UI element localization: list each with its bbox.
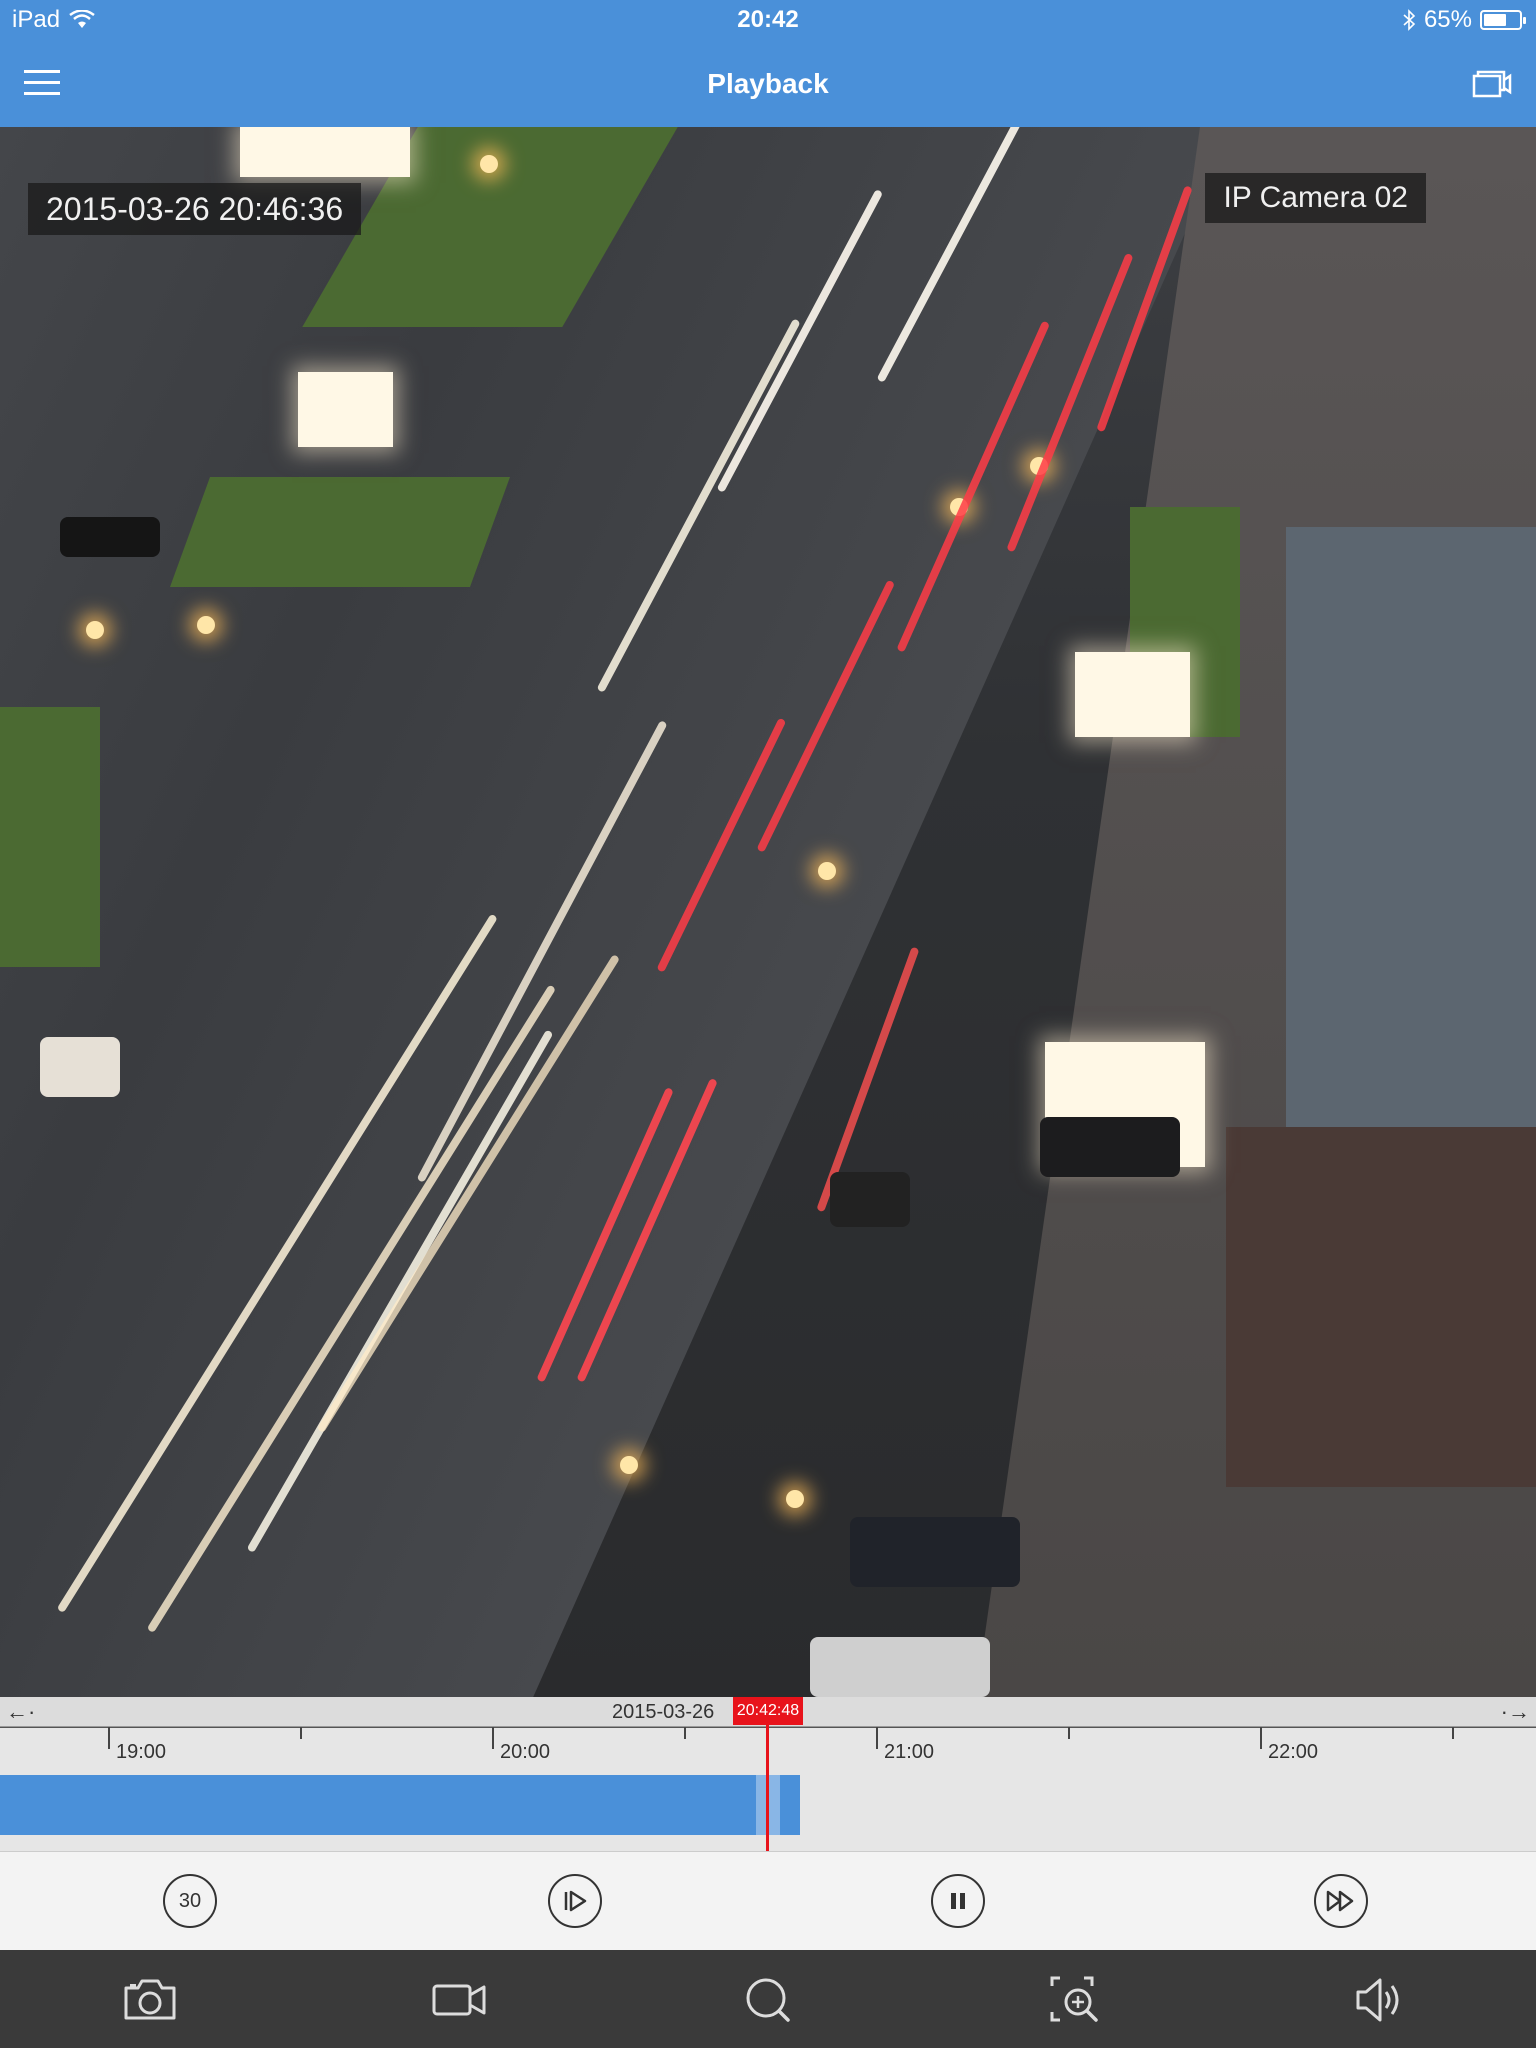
bluetooth-icon <box>1403 9 1416 31</box>
status-bar: iPad 20:42 65% <box>0 0 1536 40</box>
playhead-time: 20:42:48 <box>733 1697 803 1725</box>
pause-icon <box>951 1893 965 1909</box>
status-time: 20:42 <box>737 6 799 33</box>
snapshot-camera-icon <box>124 1979 176 2020</box>
playhead-cursor[interactable] <box>766 1717 769 1851</box>
pause-button[interactable] <box>931 1874 985 1928</box>
tick-major <box>876 1727 878 1749</box>
audio-button[interactable] <box>1352 1972 1412 2028</box>
tick-major <box>1260 1727 1262 1749</box>
tick-major <box>108 1727 110 1749</box>
bottom-toolbar <box>0 1950 1536 2048</box>
playback-timeline[interactable]: ←· 2015-03-26 ·→ 19:00 20:00 21:00 22:00… <box>0 1697 1536 1851</box>
battery-icon <box>1480 10 1526 30</box>
hour-label: 21:00 <box>884 1741 935 1763</box>
recording-segment[interactable] <box>0 1775 800 1835</box>
video-timestamp: 2015-03-26 20:46:36 <box>28 183 362 235</box>
speaker-icon <box>1356 1978 1399 2022</box>
hour-label: 20:00 <box>500 1741 551 1763</box>
record-video-icon <box>432 1984 486 2016</box>
playback-controls: 30 <box>0 1851 1536 1950</box>
rewind-30-icon: 30 <box>178 1889 202 1912</box>
video-player[interactable]: 2015-03-26 20:46:36 IP Camera 02 <box>0 127 1536 1697</box>
snapshot-button[interactable] <box>120 1972 180 2028</box>
top-bar: iPad 20:42 65% Playback <box>0 0 1536 127</box>
restaurant-building <box>1226 1127 1536 1487</box>
timeline-scroll-right-icon[interactable]: ·→ <box>1501 1699 1530 1725</box>
tick-minor <box>1452 1727 1454 1739</box>
search-icon <box>746 1978 790 2022</box>
zoom-in-icon <box>1050 1976 1098 2022</box>
hour-label: 22:00 <box>1268 1741 1319 1763</box>
tick-minor <box>1068 1727 1070 1739</box>
building <box>1286 527 1536 1227</box>
fast-forward-button[interactable] <box>1314 1874 1368 1928</box>
battery-percent: 65% <box>1423 6 1472 33</box>
camera-name-label: IP Camera 02 <box>1205 173 1426 223</box>
timeline-scroll-left-icon[interactable]: ←· <box>6 1699 35 1725</box>
tick-minor <box>300 1727 302 1739</box>
battery-fill <box>1484 14 1506 26</box>
record-button[interactable] <box>430 1972 490 2028</box>
hour-label: 19:00 <box>116 1741 167 1763</box>
fast-forward-icon <box>1326 1890 1354 1912</box>
search-button[interactable] <box>738 1972 798 2028</box>
tick-major <box>492 1727 494 1749</box>
timeline-date: 2015-03-26 <box>612 1701 715 1723</box>
slow-play-button[interactable] <box>548 1874 602 1928</box>
tick-minor <box>684 1727 686 1739</box>
page-title: Playback <box>707 68 829 99</box>
rewind-30-button[interactable]: 30 <box>163 1874 217 1928</box>
camera-switch-button[interactable] <box>1472 68 1512 100</box>
camera-switch-icon <box>1472 70 1512 98</box>
nav-bar: Playback <box>0 40 1536 127</box>
digital-zoom-button[interactable] <box>1046 1972 1106 2028</box>
slow-play-icon <box>564 1890 587 1912</box>
